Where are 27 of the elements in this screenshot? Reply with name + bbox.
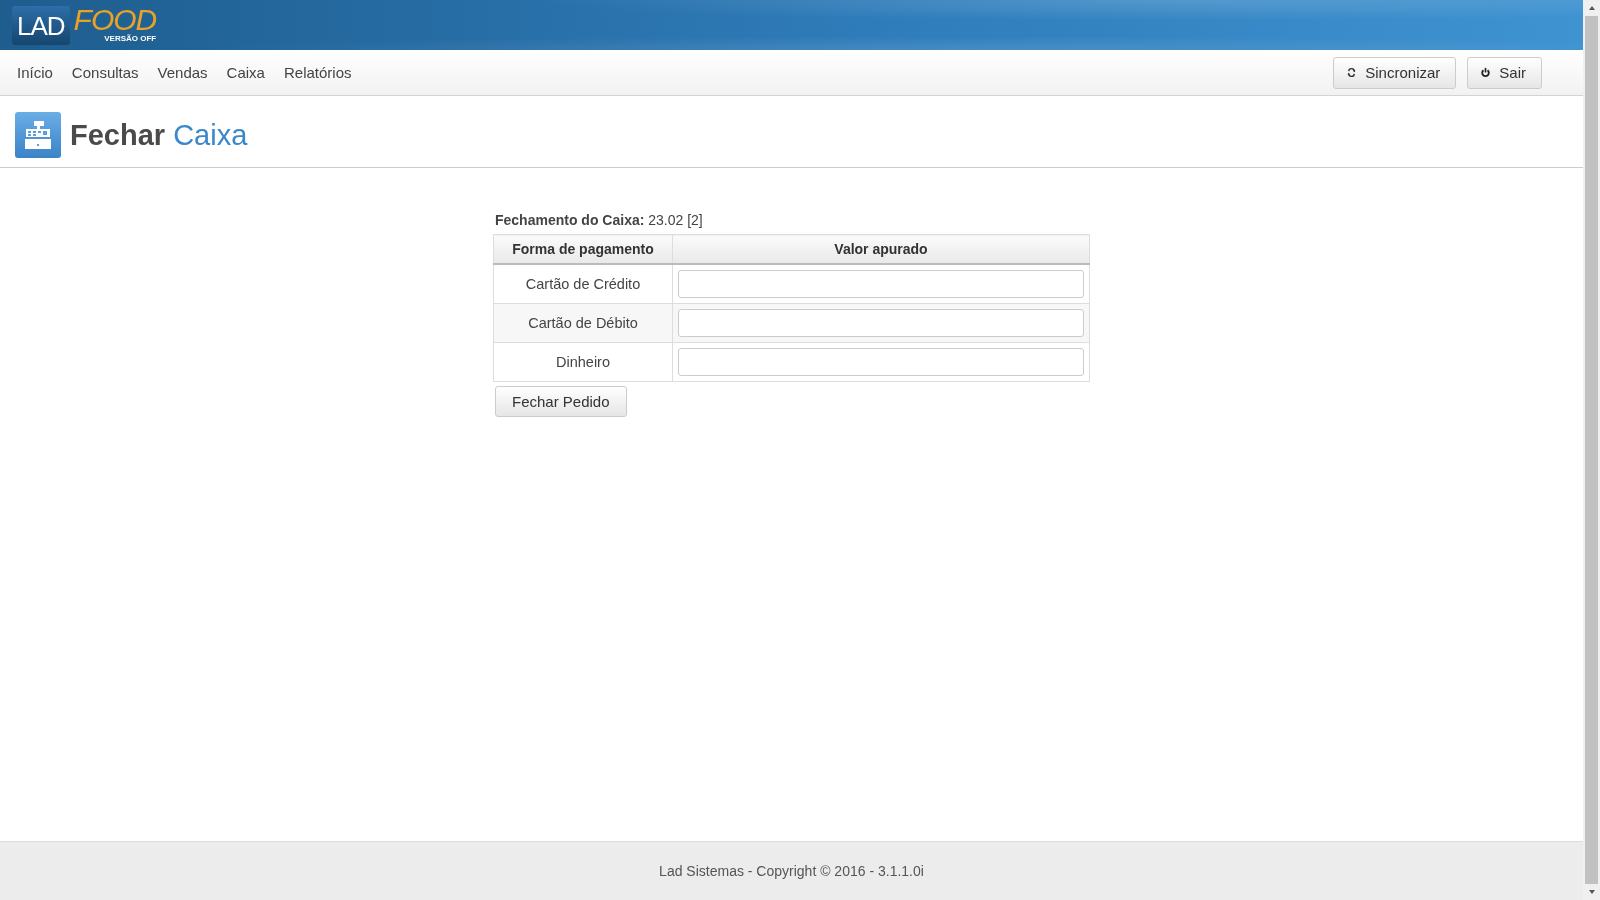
logout-button[interactable]: Sair	[1467, 56, 1542, 89]
input-field[interactable]	[678, 270, 1084, 298]
table-cell: Cartão de Crédito	[493, 264, 673, 304]
nav-link[interactable]: Caixa	[226, 64, 265, 81]
nav-link[interactable]: Início	[17, 64, 53, 81]
logo-edition: VERSÃO OFF	[104, 34, 157, 44]
page-title: Fechar Caixa	[70, 118, 248, 152]
nav-link[interactable]: Consultas	[71, 64, 139, 81]
logo-brand: LAD	[12, 5, 70, 45]
column-header: Forma de pagamento	[493, 234, 673, 264]
nav-link[interactable]: Vendas	[157, 64, 208, 81]
scrollbar[interactable]	[1583, 0, 1600, 900]
closing-label: Fechamento do Caixa: 23.02 [2]	[495, 212, 704, 228]
cash-register-icon	[15, 112, 61, 158]
sync-button[interactable]: Sincronizar	[1333, 56, 1457, 89]
submit-button[interactable]: Fechar Pedido	[495, 386, 627, 417]
table-cell: Dinheiro	[493, 342, 673, 382]
logo-product: FOOD	[73, 6, 157, 34]
table-cell: Cartão de Débito	[493, 303, 673, 343]
footer-text: Lad Sistemas - Copyright © 2016 - 3.1.1.0i	[659, 863, 924, 879]
power-icon	[1480, 67, 1492, 78]
logo[interactable]: LAD FOOD VERSÃO OFF	[12, 5, 157, 45]
sync-icon	[1346, 67, 1358, 78]
input-field[interactable]	[678, 348, 1084, 376]
nav-link[interactable]: Relatórios	[283, 64, 352, 81]
input-field[interactable]	[678, 309, 1084, 337]
column-header: Valor apurado	[672, 234, 1090, 264]
